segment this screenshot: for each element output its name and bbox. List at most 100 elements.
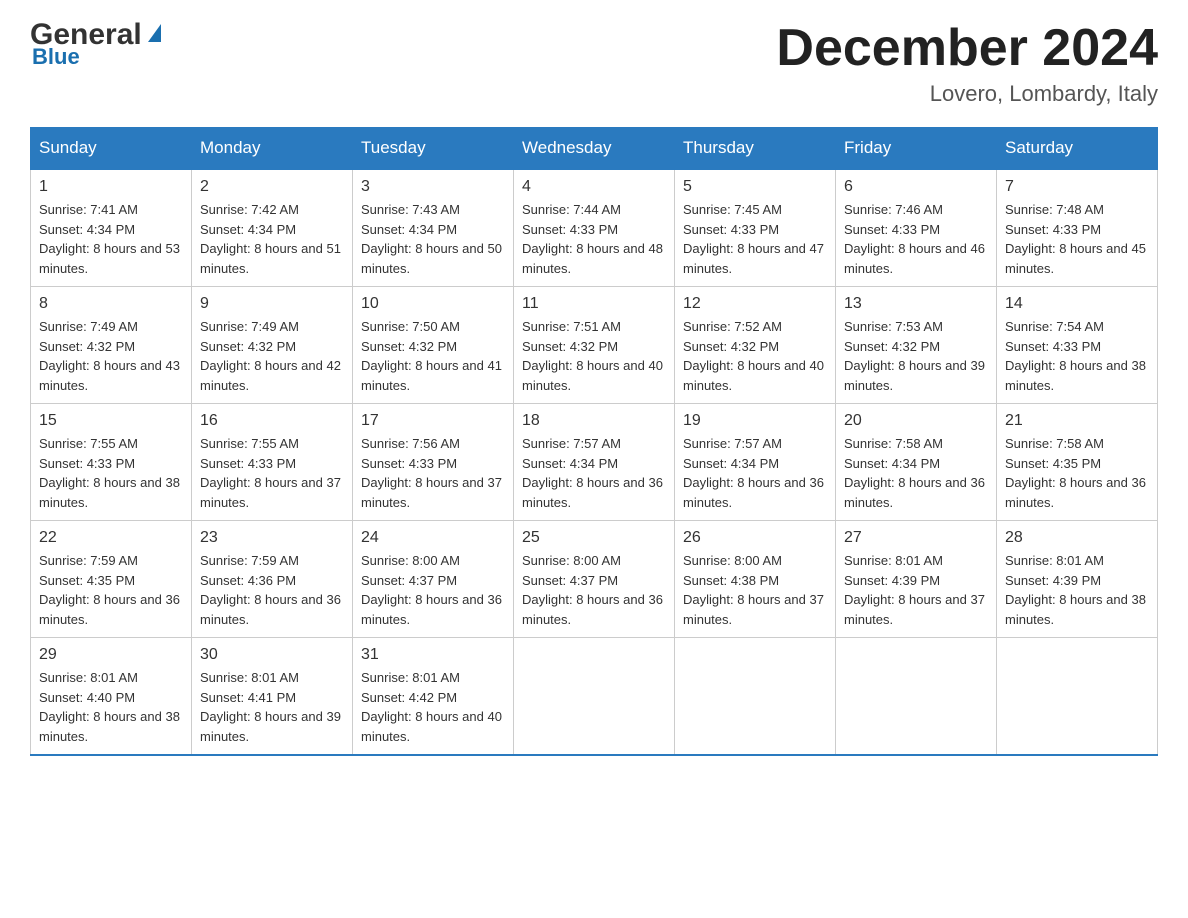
day-cell: 31 Sunrise: 8:01 AMSunset: 4:42 PMDayligh…: [353, 638, 514, 756]
day-cell: 26Sunrise: 8:00 AMSunset: 4:38 PMDayligh…: [675, 521, 836, 638]
day-number: 11: [522, 295, 666, 313]
logo: General Blue: [30, 20, 161, 68]
day-info: Sunrise: 7:51 AMSunset: 4:32 PMDaylight:…: [522, 317, 666, 395]
day-info: Sunrise: 7:53 AMSunset: 4:32 PMDaylight:…: [844, 317, 988, 395]
day-cell: 14 Sunrise: 7:54 AMSunset: 4:33 PMDayligh…: [997, 287, 1158, 404]
day-cell: 12 Sunrise: 7:52 AMSunset: 4:32 PMDayligh…: [675, 287, 836, 404]
day-cell: 30 Sunrise: 8:01 AMSunset: 4:41 PMDayligh…: [192, 638, 353, 756]
day-info: Sunrise: 7:50 AMSunset: 4:32 PMDaylight:…: [361, 317, 505, 395]
day-info: Sunrise: 8:00 AMSunset: 4:37 PMDaylight:…: [361, 551, 505, 629]
day-number: 9: [200, 295, 344, 313]
day-cell: 13Sunrise: 7:53 AMSunset: 4:32 PMDayligh…: [836, 287, 997, 404]
week-row-1: 1 Sunrise: 7:41 AMSunset: 4:34 PMDaylight…: [31, 169, 1158, 287]
day-info: Sunrise: 7:41 AMSunset: 4:34 PMDaylight:…: [39, 200, 183, 278]
header-cell-friday: Friday: [836, 128, 997, 170]
day-cell: [836, 638, 997, 756]
day-cell: 11 Sunrise: 7:51 AMSunset: 4:32 PMDayligh…: [514, 287, 675, 404]
day-info: Sunrise: 7:52 AMSunset: 4:32 PMDaylight:…: [683, 317, 827, 395]
day-cell: 4 Sunrise: 7:44 AMSunset: 4:33 PMDaylight…: [514, 169, 675, 287]
day-number: 3: [361, 178, 505, 196]
day-cell: 15Sunrise: 7:55 AMSunset: 4:33 PMDayligh…: [31, 404, 192, 521]
day-info: Sunrise: 8:01 AMSunset: 4:42 PMDaylight:…: [361, 668, 505, 746]
day-info: Sunrise: 7:54 AMSunset: 4:33 PMDaylight:…: [1005, 317, 1149, 395]
day-info: Sunrise: 7:49 AMSunset: 4:32 PMDaylight:…: [39, 317, 183, 395]
day-cell: 16 Sunrise: 7:55 AMSunset: 4:33 PMDayligh…: [192, 404, 353, 521]
day-number: 26: [683, 529, 827, 547]
day-cell: 17Sunrise: 7:56 AMSunset: 4:33 PMDayligh…: [353, 404, 514, 521]
day-number: 4: [522, 178, 666, 196]
day-info: Sunrise: 7:44 AMSunset: 4:33 PMDaylight:…: [522, 200, 666, 278]
day-info: Sunrise: 8:01 AMSunset: 4:41 PMDaylight:…: [200, 668, 344, 746]
day-number: 5: [683, 178, 827, 196]
day-cell: 20 Sunrise: 7:58 AMSunset: 4:34 PMDayligh…: [836, 404, 997, 521]
day-cell: 19Sunrise: 7:57 AMSunset: 4:34 PMDayligh…: [675, 404, 836, 521]
day-cell: 2 Sunrise: 7:42 AMSunset: 4:34 PMDaylight…: [192, 169, 353, 287]
day-cell: 5 Sunrise: 7:45 AMSunset: 4:33 PMDaylight…: [675, 169, 836, 287]
day-cell: 29Sunrise: 8:01 AMSunset: 4:40 PMDayligh…: [31, 638, 192, 756]
title-block: December 2024 Lovero, Lombardy, Italy: [776, 20, 1158, 107]
day-number: 1: [39, 178, 183, 196]
day-number: 14: [1005, 295, 1149, 313]
day-number: 18: [522, 412, 666, 430]
header-cell-sunday: Sunday: [31, 128, 192, 170]
day-number: 28: [1005, 529, 1149, 547]
day-cell: 28 Sunrise: 8:01 AMSunset: 4:39 PMDayligh…: [997, 521, 1158, 638]
day-info: Sunrise: 7:43 AMSunset: 4:34 PMDaylight:…: [361, 200, 505, 278]
day-number: 15: [39, 412, 183, 430]
day-info: Sunrise: 7:42 AMSunset: 4:34 PMDaylight:…: [200, 200, 344, 278]
day-cell: 24 Sunrise: 8:00 AMSunset: 4:37 PMDayligh…: [353, 521, 514, 638]
day-info: Sunrise: 7:55 AMSunset: 4:33 PMDaylight:…: [200, 434, 344, 512]
day-info: Sunrise: 8:01 AMSunset: 4:39 PMDaylight:…: [1005, 551, 1149, 629]
day-cell: [997, 638, 1158, 756]
day-cell: [514, 638, 675, 756]
day-info: Sunrise: 8:01 AMSunset: 4:40 PMDaylight:…: [39, 668, 183, 746]
day-cell: 27Sunrise: 8:01 AMSunset: 4:39 PMDayligh…: [836, 521, 997, 638]
day-cell: 18 Sunrise: 7:57 AMSunset: 4:34 PMDayligh…: [514, 404, 675, 521]
day-number: 19: [683, 412, 827, 430]
day-cell: 1 Sunrise: 7:41 AMSunset: 4:34 PMDaylight…: [31, 169, 192, 287]
day-number: 6: [844, 178, 988, 196]
day-info: Sunrise: 7:57 AMSunset: 4:34 PMDaylight:…: [522, 434, 666, 512]
day-number: 31: [361, 646, 505, 664]
day-cell: 6 Sunrise: 7:46 AMSunset: 4:33 PMDaylight…: [836, 169, 997, 287]
day-info: Sunrise: 8:00 AMSunset: 4:37 PMDaylight:…: [522, 551, 666, 629]
day-number: 21: [1005, 412, 1149, 430]
header-cell-monday: Monday: [192, 128, 353, 170]
day-info: Sunrise: 7:46 AMSunset: 4:33 PMDaylight:…: [844, 200, 988, 278]
day-cell: 10 Sunrise: 7:50 AMSunset: 4:32 PMDayligh…: [353, 287, 514, 404]
calendar-table: SundayMondayTuesdayWednesdayThursdayFrid…: [30, 127, 1158, 756]
day-number: 10: [361, 295, 505, 313]
day-cell: 7Sunrise: 7:48 AMSunset: 4:33 PMDaylight…: [997, 169, 1158, 287]
day-info: Sunrise: 7:59 AMSunset: 4:35 PMDaylight:…: [39, 551, 183, 629]
day-info: Sunrise: 7:58 AMSunset: 4:35 PMDaylight:…: [1005, 434, 1149, 512]
day-cell: 22 Sunrise: 7:59 AMSunset: 4:35 PMDayligh…: [31, 521, 192, 638]
week-row-3: 15 Sunrise: 7:55 AMSunset: 4:33 PMDayligh…: [31, 404, 1158, 521]
calendar-header: SundayMondayTuesdayWednesdayThursdayFrid…: [31, 128, 1158, 170]
week-row-4: 22 Sunrise: 7:59 AMSunset: 4:35 PMDayligh…: [31, 521, 1158, 638]
header-cell-tuesday: Tuesday: [353, 128, 514, 170]
day-info: Sunrise: 7:49 AMSunset: 4:32 PMDaylight:…: [200, 317, 344, 395]
day-number: 8: [39, 295, 183, 313]
day-number: 7: [1005, 178, 1149, 196]
day-number: 2: [200, 178, 344, 196]
page-header: General Blue December 2024 Lovero, Lomba…: [30, 20, 1158, 107]
day-cell: 8 Sunrise: 7:49 AMSunset: 4:32 PMDaylight…: [31, 287, 192, 404]
day-info: Sunrise: 7:59 AMSunset: 4:36 PMDaylight:…: [200, 551, 344, 629]
day-number: 22: [39, 529, 183, 547]
day-number: 20: [844, 412, 988, 430]
day-cell: 23 Sunrise: 7:59 AMSunset: 4:36 PMDayligh…: [192, 521, 353, 638]
day-number: 24: [361, 529, 505, 547]
day-number: 16: [200, 412, 344, 430]
day-number: 30: [200, 646, 344, 664]
day-info: Sunrise: 7:56 AMSunset: 4:33 PMDaylight:…: [361, 434, 505, 512]
day-info: Sunrise: 7:58 AMSunset: 4:34 PMDaylight:…: [844, 434, 988, 512]
day-info: Sunrise: 7:45 AMSunset: 4:33 PMDaylight:…: [683, 200, 827, 278]
day-number: 12: [683, 295, 827, 313]
day-number: 23: [200, 529, 344, 547]
day-cell: [675, 638, 836, 756]
day-cell: 21 Sunrise: 7:58 AMSunset: 4:35 PMDayligh…: [997, 404, 1158, 521]
location-text: Lovero, Lombardy, Italy: [776, 81, 1158, 107]
day-cell: 25 Sunrise: 8:00 AMSunset: 4:37 PMDayligh…: [514, 521, 675, 638]
day-number: 25: [522, 529, 666, 547]
logo-triangle-icon: [148, 24, 161, 42]
